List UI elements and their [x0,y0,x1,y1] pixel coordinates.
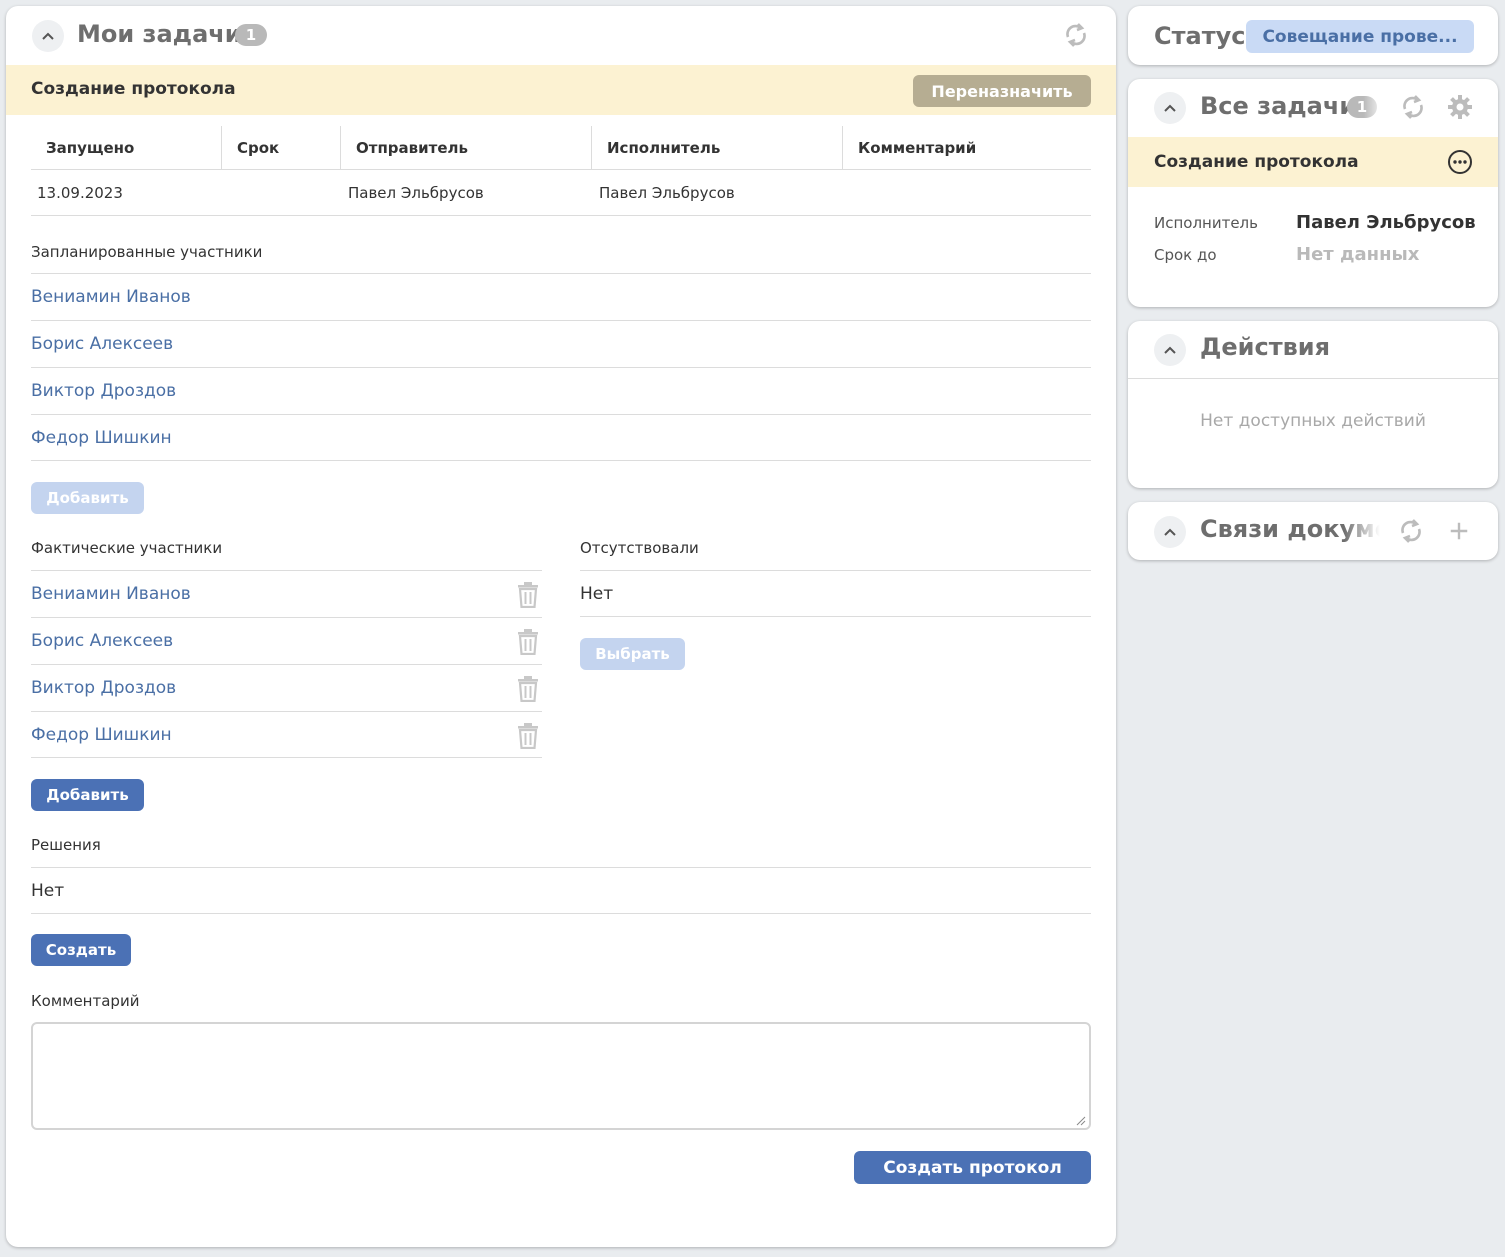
due-label: Срок до [1154,246,1217,264]
column-header-assignee: Исполнитель [591,126,842,170]
column-header-sender: Отправитель [340,126,591,170]
settings-button[interactable] [1446,93,1474,121]
resize-grip-icon[interactable] [1076,1116,1086,1126]
select-absent-button[interactable]: Выбрать [580,638,685,670]
participant-name[interactable]: Вениамин Иванов [31,287,191,307]
column-header-comment: Комментарий [842,126,1091,170]
refresh-icon [1401,519,1421,543]
add-planned-participant-button[interactable]: Добавить [31,482,144,514]
column-header-started: Запущено [46,139,135,157]
decisions-label: Решения [31,836,101,854]
participant-name[interactable]: Борис Алексеев [31,334,173,354]
refresh-button[interactable] [1062,21,1090,49]
create-protocol-button[interactable]: Создать протокол [854,1151,1091,1184]
plus-icon [1450,522,1468,540]
list-item[interactable]: Борис Алексеев [31,617,542,664]
panel-title: Мои задачи [77,20,242,48]
absent-label: Отсутствовали [580,539,699,557]
task-band: Создание протокола Переназначить [6,65,1116,115]
collapse-button[interactable] [1154,92,1186,124]
absent-value-row: Нет [580,570,1091,617]
create-decision-button[interactable]: Создать [31,934,131,966]
panel-title: Связи документа [1200,515,1380,543]
assignee-value: Павел Эльбрусов [1296,212,1476,233]
trash-icon[interactable] [516,723,540,749]
gear-icon [1448,95,1472,119]
refresh-button[interactable] [1399,93,1427,121]
task-title[interactable]: Создание протокола [1154,152,1359,172]
chevron-up-icon [42,32,54,40]
list-item[interactable]: Виктор Дроздов [31,664,542,711]
task-count-badge: 1 [1347,96,1377,118]
more-horizontal-icon[interactable] [1447,149,1473,175]
chevron-up-icon [1164,104,1176,112]
participant-name[interactable]: Виктор Дроздов [31,678,176,698]
column-header-due: Срок [221,126,340,170]
participant-name[interactable]: Федор Шишкин [31,428,172,448]
all-tasks-panel: Все задачи 1 Создание протокола Исполнит… [1128,79,1498,307]
list-item[interactable]: Федор Шишкин [31,414,1091,461]
document-links-panel: Связи документа [1128,502,1498,560]
chevron-up-icon [1164,528,1176,536]
status-badge: Совещание прове... [1246,20,1474,53]
absent-value: Нет [580,583,614,604]
my-tasks-header: Мои задачи 1 [6,6,1116,64]
decisions-value-row: Нет [31,867,1091,914]
reassign-button[interactable]: Переназначить [913,75,1091,107]
trash-icon[interactable] [516,629,540,655]
trash-icon[interactable] [516,676,540,702]
empty-actions-message: Нет доступных действий [1200,411,1426,431]
list-item[interactable]: Борис Алексеев [31,320,1091,367]
collapse-button[interactable] [1154,516,1186,548]
planned-participants-label: Запланированные участники [31,243,263,261]
due-value: Нет данных [1296,244,1420,265]
participant-name[interactable]: Вениамин Иванов [31,584,191,604]
refresh-button[interactable] [1397,517,1425,545]
table-row: 13.09.2023 Павел Эльбрусов Павел Эльбрус… [31,170,1091,216]
comment-label: Комментарий [31,992,140,1010]
trash-icon[interactable] [516,582,540,608]
task-title: Создание протокола [31,79,236,99]
participant-name[interactable]: Борис Алексеев [31,631,173,651]
decisions-value: Нет [31,880,65,901]
assignee-label: Исполнитель [1154,214,1258,232]
participant-name[interactable]: Виктор Дроздов [31,381,176,401]
my-tasks-panel: Мои задачи 1 Создание протокола Переназн… [6,6,1116,1247]
task-count-badge: 1 [235,24,267,46]
panel-title: Действия [1200,333,1331,361]
chevron-up-icon [1164,346,1176,354]
cell-started: 13.09.2023 [37,184,123,202]
panel-title: Все задачи [1200,92,1357,120]
refresh-icon [1066,23,1086,47]
participant-name[interactable]: Федор Шишкин [31,725,172,745]
task-table-header: Запущено Срок Отправитель Исполнитель Ко… [31,118,1091,170]
actual-participants-label: Фактические участники [31,539,223,557]
list-item[interactable]: Вениамин Иванов [31,570,542,617]
task-band[interactable]: Создание протокола [1128,137,1498,187]
status-label: Статус [1154,22,1246,50]
collapse-button[interactable] [1154,334,1186,366]
add-actual-participant-button[interactable]: Добавить [31,779,144,811]
status-panel: Статус Совещание прове... [1128,6,1498,65]
refresh-icon [1403,95,1423,119]
list-item[interactable]: Вениамин Иванов [31,273,1091,320]
divider [1128,378,1498,379]
cell-sender: Павел Эльбрусов [348,184,484,202]
collapse-button[interactable] [32,20,64,52]
actions-panel: Действия Нет доступных действий [1128,321,1498,488]
comment-textarea[interactable] [31,1022,1091,1130]
list-item[interactable]: Федор Шишкин [31,711,542,758]
cell-assignee: Павел Эльбрусов [599,184,735,202]
add-link-button[interactable] [1445,517,1473,545]
list-item[interactable]: Виктор Дроздов [31,367,1091,414]
